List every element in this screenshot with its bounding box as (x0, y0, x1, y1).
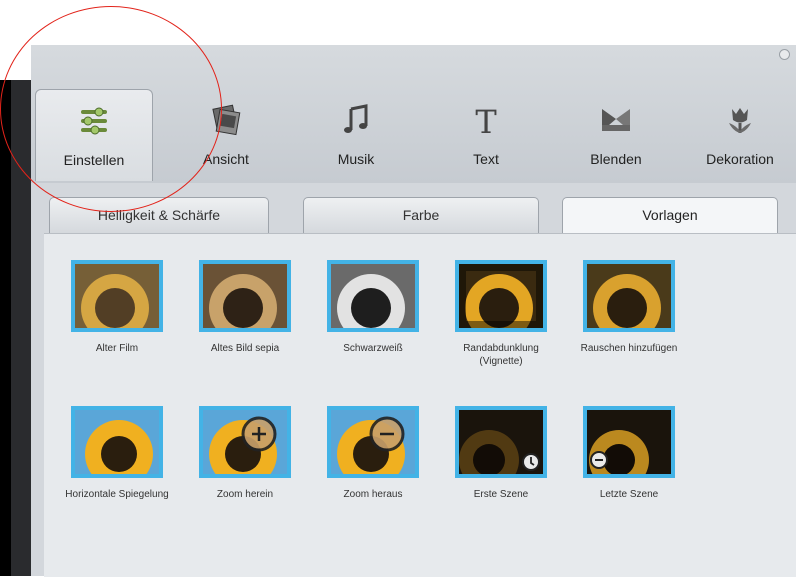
preset-thumbnail (583, 406, 675, 478)
svg-text:T: T (475, 103, 497, 137)
presets-grid: Alter Film Altes Bild sepia Schwarzweiß … (44, 233, 796, 577)
preset-thumbnail (327, 260, 419, 332)
preset-label: Altes Bild sepia (210, 343, 280, 354)
preset-thumbnail (583, 260, 675, 332)
tool-blenden[interactable]: Blenden (557, 89, 675, 181)
tulip-icon (723, 103, 757, 137)
music-note-icon (339, 103, 373, 137)
preset-label: Rauschen hinzufügen (580, 343, 678, 354)
preset-label: Letzte Szene (599, 489, 659, 500)
preset-thumbnail (71, 406, 163, 478)
preset-thumbnail (199, 406, 291, 478)
transition-icon (599, 103, 633, 137)
preset-thumbnail (199, 260, 291, 332)
tool-label: Blenden (590, 151, 642, 167)
preset-thumbnail (455, 406, 547, 478)
tab-vorlagen[interactable]: Vorlagen (562, 197, 778, 233)
preset-label: Randabdunklung (Vignette) (463, 343, 539, 367)
preset-label: Horizontale Spiegelung (65, 489, 169, 500)
preset-label: Alter Film (95, 343, 139, 354)
tool-musik[interactable]: Musik (297, 89, 415, 181)
left-edge-bar (0, 80, 11, 576)
tool-label: Dekoration (706, 151, 774, 167)
preset-label: Erste Szene (473, 489, 529, 500)
annotation-circle (0, 6, 222, 212)
preset-label: Zoom herein (216, 489, 274, 500)
corner-circle-icon[interactable] (779, 49, 790, 60)
preset-thumbnail (455, 260, 547, 332)
preset-thumbnail (71, 260, 163, 332)
sub-tab-bar: Helligkeit & Schärfe Farbe Vorlagen (49, 197, 796, 233)
preset-thumbnail (327, 406, 419, 478)
preset-label: Zoom heraus (343, 489, 403, 500)
tool-dekoration[interactable]: Dekoration (681, 89, 796, 181)
tool-text[interactable]: T Text (427, 89, 545, 181)
tab-farbe[interactable]: Farbe (303, 197, 539, 233)
tool-label: Text (473, 151, 499, 167)
tool-label: Musik (337, 151, 375, 167)
preset-label: Schwarzweiß (343, 343, 403, 354)
text-t-icon: T (469, 103, 503, 141)
